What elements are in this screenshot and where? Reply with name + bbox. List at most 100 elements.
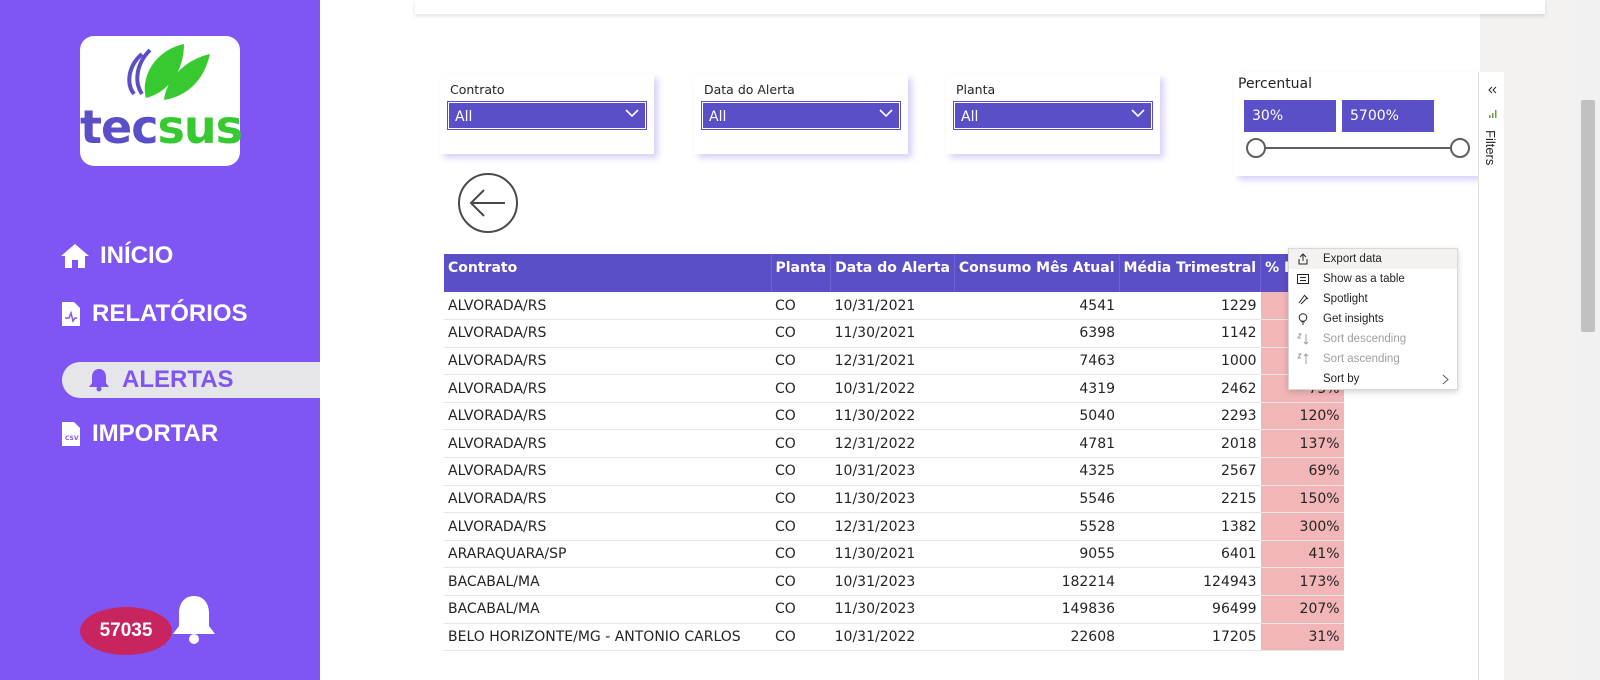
table-cell: 149836	[954, 595, 1120, 624]
column-header-data-alerta[interactable]: Data do Alerta	[830, 254, 955, 292]
menu-item-label: Sort ascending	[1323, 353, 1400, 365]
table-row[interactable]: ALVORADA/RS CO 12/31/2023 5528 1382 300%	[444, 512, 1344, 541]
filter-signal-icon	[1489, 110, 1497, 118]
nav-alertas-label: ALERTAS	[122, 366, 234, 393]
header-visual	[415, 0, 1545, 14]
context-menu: Export data Show as a table Spotlight Ge…	[1288, 248, 1458, 390]
slicer-contrato-label: Contrato	[450, 82, 505, 97]
table-row[interactable]: ALVORADA/RSCO12/31/202174631000646%	[444, 347, 1344, 376]
back-arrow-button[interactable]	[457, 172, 519, 234]
table-cell: 1000	[1119, 347, 1261, 376]
table-cell: 6398	[954, 319, 1120, 348]
column-header-media[interactable]: Média Trimestral	[1119, 254, 1262, 292]
table-cell: 10/31/2022	[830, 374, 955, 403]
table-row[interactable]: ALVORADA/RS CO 11/30/2023 5546 2215 150%	[444, 485, 1344, 514]
table-cell: 137%	[1260, 429, 1344, 459]
table-row[interactable]: ARARAQUARA/SP CO 11/30/2021 9055 6401 41%	[444, 540, 1344, 569]
csv-file-icon: CSV	[62, 422, 80, 446]
table-cell: 4325	[954, 457, 1120, 486]
menu-spotlight[interactable]: Spotlight	[1289, 289, 1457, 309]
chevron-down-icon	[879, 109, 893, 118]
percentual-slider-max-handle[interactable]	[1450, 138, 1470, 158]
table-cell: ALVORADA/RS	[444, 485, 771, 514]
table-row[interactable]: ALVORADA/RS CO 11/30/2022 5040 2293 120%	[444, 402, 1344, 431]
table-cell: 11/30/2023	[830, 485, 955, 514]
sort-ascending-icon	[1297, 353, 1309, 364]
menu-item-label: Sort by	[1323, 373, 1360, 385]
table-row[interactable]: ALVORADA/RS CO 12/31/2022 4781 2018 137%	[444, 429, 1344, 459]
menu-get-insights[interactable]: Get insights	[1289, 309, 1457, 329]
filters-pane-label[interactable]: Filters	[1483, 130, 1498, 165]
table-cell: CO	[771, 402, 831, 431]
percentual-slider-track[interactable]	[1256, 147, 1462, 149]
table-cell: 17205	[1119, 623, 1261, 652]
table-cell: 173%	[1260, 567, 1344, 597]
slicer-data-alerta: Data do Alerta All	[694, 74, 908, 154]
nav-importar[interactable]: CSV IMPORTAR	[62, 420, 218, 448]
chevron-right-icon	[1442, 374, 1449, 385]
home-icon	[61, 244, 89, 268]
notification-bell-icon[interactable]	[170, 594, 218, 646]
nav-inicio[interactable]: INÍCIO	[60, 242, 173, 270]
percentual-slider-min-handle[interactable]	[1246, 138, 1266, 158]
table-cell: 41%	[1260, 540, 1344, 569]
nav-importar-label: IMPORTAR	[92, 420, 219, 447]
table-cell: ALVORADA/RS	[444, 347, 771, 376]
table-header-row: Contrato Planta Data do Alerta Consumo M…	[444, 254, 1345, 292]
nav-relatorios-label: RELATÓRIOS	[92, 300, 248, 327]
menu-show-as-table[interactable]: Show as a table	[1289, 269, 1457, 289]
table-cell: CO	[771, 457, 831, 486]
table-row[interactable]: BACABAL/MA CO 11/30/2023 149836 96499 207%	[444, 595, 1344, 624]
table-cell: CO	[771, 319, 831, 348]
data-alerta-dropdown[interactable]: All	[701, 101, 901, 130]
menu-sort-by[interactable]: Sort by	[1289, 369, 1457, 389]
table-cell: CO	[771, 292, 831, 321]
table-row[interactable]: ALVORADA/RSCO10/31/20224319246275%	[444, 374, 1344, 403]
slicer-percentual: Percentual 30% 5700%	[1234, 72, 1478, 176]
table-cell: ALVORADA/RS	[444, 374, 771, 403]
sort-descending-icon	[1297, 333, 1309, 345]
table-cell: CO	[771, 374, 831, 403]
column-header-consumo[interactable]: Consumo Mês Atual	[954, 254, 1120, 292]
table-cell: 9055	[954, 540, 1120, 569]
slicer-planta: Planta All	[946, 74, 1160, 154]
table-row[interactable]: ALVORADA/RSCO11/30/202163981142460%	[444, 319, 1344, 348]
page-scrollbar-thumb[interactable]	[1581, 100, 1595, 332]
data-alerta-dropdown-value: All	[709, 109, 727, 125]
slicer-data-alerta-label: Data do Alerta	[704, 82, 795, 97]
table-cell: 2293	[1119, 402, 1261, 431]
table-cell: 12/31/2021	[830, 347, 955, 376]
table-row[interactable]: ALVORADA/RS CO 10/31/2023 4325 2567 69%	[444, 457, 1344, 486]
column-header-planta[interactable]: Planta	[771, 254, 832, 292]
table-row[interactable]: BACABAL/MA CO 10/31/2023 182214 124943 173%	[444, 567, 1344, 597]
table-row[interactable]: BELO HORIZONTE/MG - ANTONIO CARLOS CO 10/3…	[444, 623, 1344, 652]
menu-export-data[interactable]: Export data	[1289, 249, 1457, 269]
table-cell: CO	[771, 485, 831, 514]
percentual-min-input[interactable]: 30%	[1244, 100, 1336, 132]
table-cell: 12/31/2022	[830, 429, 955, 459]
table-cell: 6401	[1119, 540, 1261, 569]
alert-count-badge[interactable]: 57035	[80, 607, 172, 655]
table-cell: 300%	[1260, 512, 1344, 541]
table-cell: 69%	[1260, 457, 1344, 486]
planta-dropdown[interactable]: All	[953, 101, 1153, 130]
sidebar: tecsus INÍCIO RELATÓRIOS ALERTAS CSV IMP…	[0, 0, 320, 680]
page-scrollbar[interactable]	[1576, 0, 1600, 680]
menu-item-label: Export data	[1323, 253, 1382, 265]
table-cell: 1229	[1119, 292, 1261, 321]
percentual-max-input[interactable]: 5700%	[1342, 100, 1434, 132]
table-cell: 12/31/2023	[830, 512, 955, 541]
contrato-dropdown[interactable]: All	[447, 101, 647, 130]
expand-filters-icon[interactable]	[1487, 86, 1497, 94]
table-cell: 120%	[1260, 402, 1344, 431]
nav-relatorios[interactable]: RELATÓRIOS	[62, 300, 248, 328]
table-cell: 10/31/2023	[830, 567, 955, 597]
chevron-down-icon	[1131, 109, 1145, 118]
table-cell: BELO HORIZONTE/MG - ANTONIO CARLOS	[444, 623, 771, 652]
table-cell: 10/31/2021	[830, 292, 955, 321]
table-row[interactable]: ALVORADA/RSCO10/31/202145411229269%	[444, 292, 1344, 321]
menu-sort-ascending: Sort ascending	[1289, 349, 1457, 369]
column-header-contrato[interactable]: Contrato	[444, 254, 772, 292]
nav-alertas[interactable]: ALERTAS	[62, 362, 320, 398]
table-cell: CO	[771, 623, 831, 652]
